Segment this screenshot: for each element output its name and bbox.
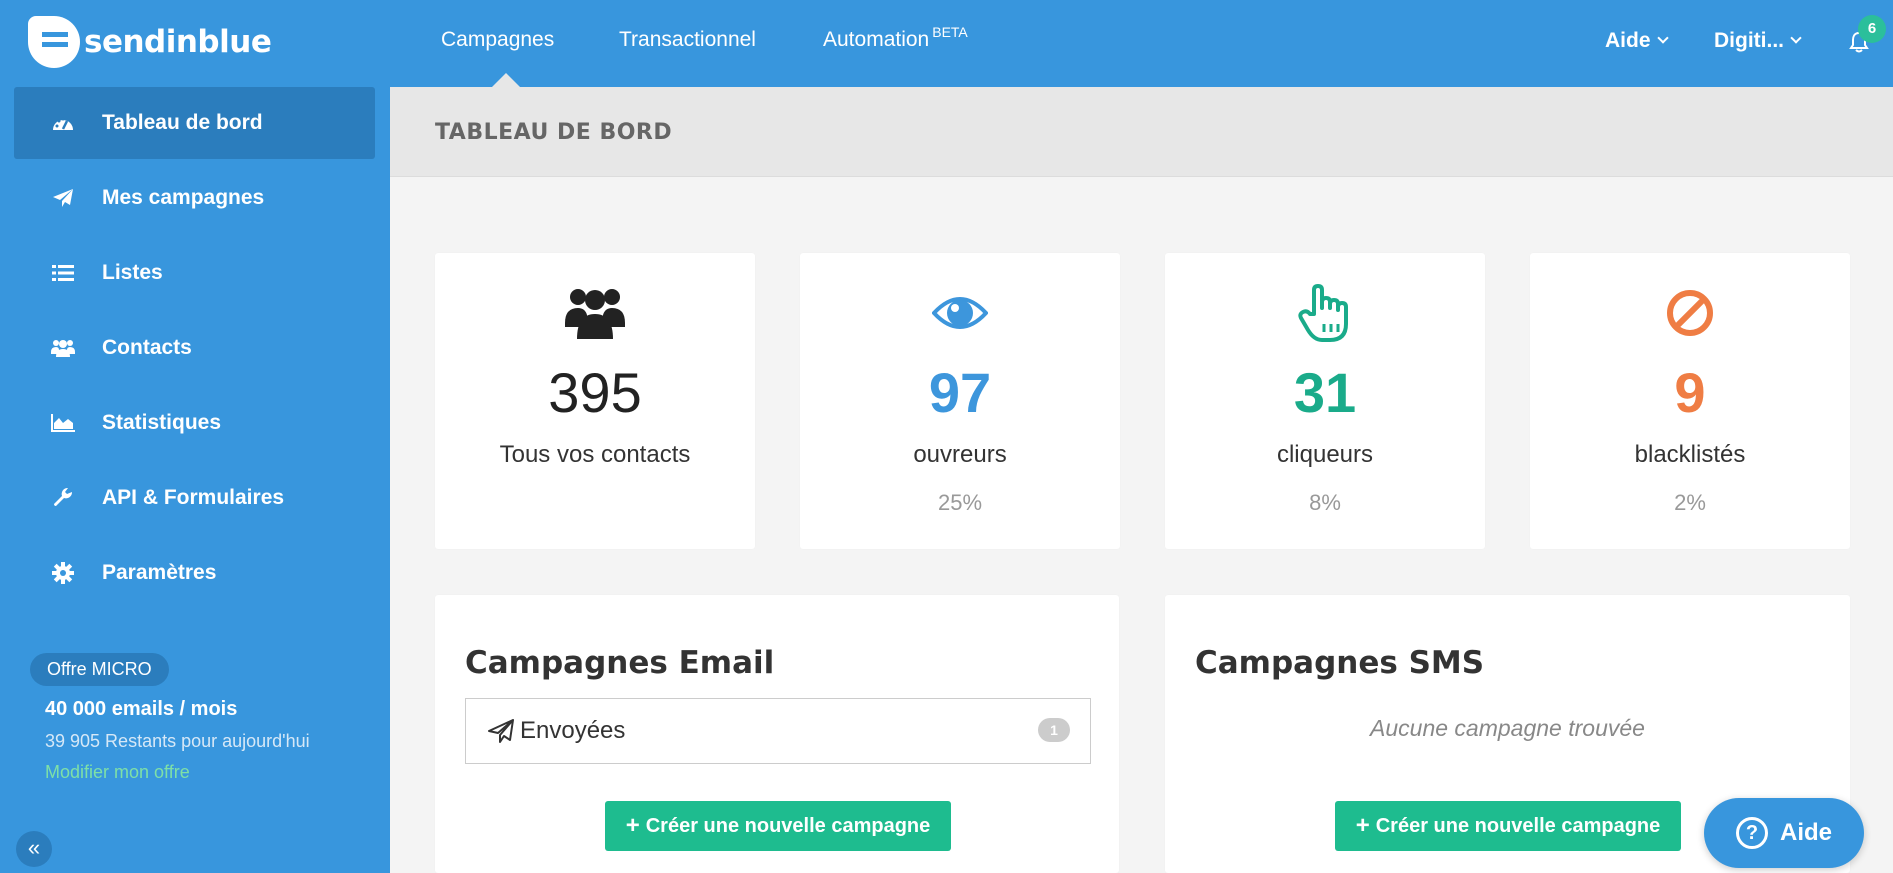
stat-percent: 25% [937, 490, 983, 515]
double-chevron-left-icon: « [27, 835, 41, 860]
eye-icon [800, 281, 1120, 345]
help-widget-button[interactable]: ? Aide [1704, 798, 1864, 868]
top-bar: sendinblue Campagnes Transactionnel Auto… [0, 0, 1893, 87]
sidebar-item-listes[interactable]: Listes [14, 237, 375, 309]
page-title: TABLEAU DE BORD [435, 120, 673, 145]
stat-label: cliqueurs [1276, 441, 1374, 468]
chevron-down-icon [1656, 32, 1669, 44]
nav-automation[interactable]: Automation BETA [823, 24, 968, 52]
area-chart-icon [50, 410, 76, 436]
sent-label: Envoyées [520, 717, 626, 744]
chevron-down-icon [1790, 32, 1802, 44]
page-header: TABLEAU DE BORD [390, 87, 1893, 177]
panel-title: Campagnes SMS [1195, 645, 1485, 681]
stat-percent: 8% [1309, 490, 1341, 515]
sidebar-item-label: Listes [102, 261, 163, 284]
users-icon [50, 335, 76, 361]
sidebar-item-label: API & Formulaires [102, 486, 285, 509]
stat-percent: 2% [1674, 490, 1706, 515]
sidebar-item-label: Contacts [102, 336, 192, 359]
gear-icon [50, 560, 76, 586]
dashboard-icon [50, 110, 76, 136]
paper-plane-icon [488, 719, 514, 743]
paper-plane-icon [50, 185, 76, 211]
create-sms-campaign-button[interactable]: + Créer une nouvelle campagne [1335, 801, 1681, 851]
logo-icon [28, 16, 80, 68]
list-icon [50, 260, 76, 286]
sidebar: Tableau de bord Mes campagnes Listes Con… [0, 87, 390, 873]
sent-campaigns-row[interactable]: Envoyées 1 [465, 698, 1091, 764]
stat-label: blacklistés [1634, 441, 1746, 468]
stat-card-cliqueurs[interactable]: 31 cliqueurs 8% [1165, 253, 1485, 549]
panel-title: Campagnes Email [465, 645, 775, 681]
stat-value: 97 [928, 361, 992, 424]
collapse-sidebar-button[interactable]: « [16, 831, 52, 867]
offer-badge: Offre MICRO [30, 653, 169, 686]
modify-offer-link[interactable]: Modifier mon offre [45, 762, 190, 783]
active-nav-indicator [492, 73, 520, 87]
create-email-campaign-button[interactable]: + Créer une nouvelle campagne [605, 801, 951, 851]
question-icon: ? [1735, 817, 1768, 849]
sidebar-item-contacts[interactable]: Contacts [14, 312, 375, 384]
email-campaigns-panel: Campagnes Email Envoyées 1 + Créer une n… [435, 595, 1119, 873]
offer-remaining: 39 905 Restants pour aujourd'hui [45, 731, 310, 751]
stat-card-contacts[interactable]: 395 Tous vos contacts [435, 253, 755, 549]
ban-icon [1530, 281, 1850, 345]
brand-logo[interactable]: sendinblue [28, 16, 272, 68]
stat-value: 395 [548, 361, 642, 424]
sidebar-item-label: Statistiques [102, 411, 222, 434]
nav-campagnes[interactable]: Campagnes [441, 28, 554, 52]
stat-label: ouvreurs [913, 441, 1007, 468]
beta-label: BETA [932, 24, 968, 40]
stat-value: 9 [1674, 361, 1706, 424]
offer-title: 40 000 emails / mois [45, 698, 238, 720]
sidebar-item-label: Tableau de bord [102, 111, 263, 134]
sent-count-badge: 1 [1038, 718, 1070, 742]
sidebar-item-parametres[interactable]: Paramètres [14, 537, 375, 609]
sidebar-item-api-formulaires[interactable]: API & Formulaires [14, 462, 375, 534]
help-menu[interactable]: Aide [1605, 29, 1669, 53]
notification-badge: 6 [1858, 15, 1886, 43]
empty-state-message: Aucune campagne trouvée [1370, 715, 1645, 741]
stat-label: Tous vos contacts [499, 441, 691, 468]
sidebar-item-label: Paramètres [102, 561, 217, 584]
wrench-icon [50, 485, 76, 511]
stat-value: 31 [1293, 361, 1357, 424]
account-menu[interactable]: Digiti... [1714, 29, 1802, 53]
brand-name: sendinblue [84, 24, 272, 60]
sidebar-item-statistiques[interactable]: Statistiques [14, 387, 375, 459]
sidebar-item-mes-campagnes[interactable]: Mes campagnes [14, 162, 375, 234]
users-icon [435, 281, 755, 345]
stat-card-blacklistes[interactable]: 9 blacklistés 2% [1530, 253, 1850, 549]
nav-transactionnel[interactable]: Transactionnel [619, 28, 756, 52]
sidebar-item-tableau-de-bord[interactable]: Tableau de bord [14, 87, 375, 159]
plus-icon: + [1355, 812, 1370, 839]
stat-card-ouvreurs[interactable]: 97 ouvreurs 25% [800, 253, 1120, 549]
sidebar-item-label: Mes campagnes [102, 186, 265, 209]
pointer-hand-icon [1165, 281, 1485, 345]
plus-icon: + [625, 812, 640, 839]
